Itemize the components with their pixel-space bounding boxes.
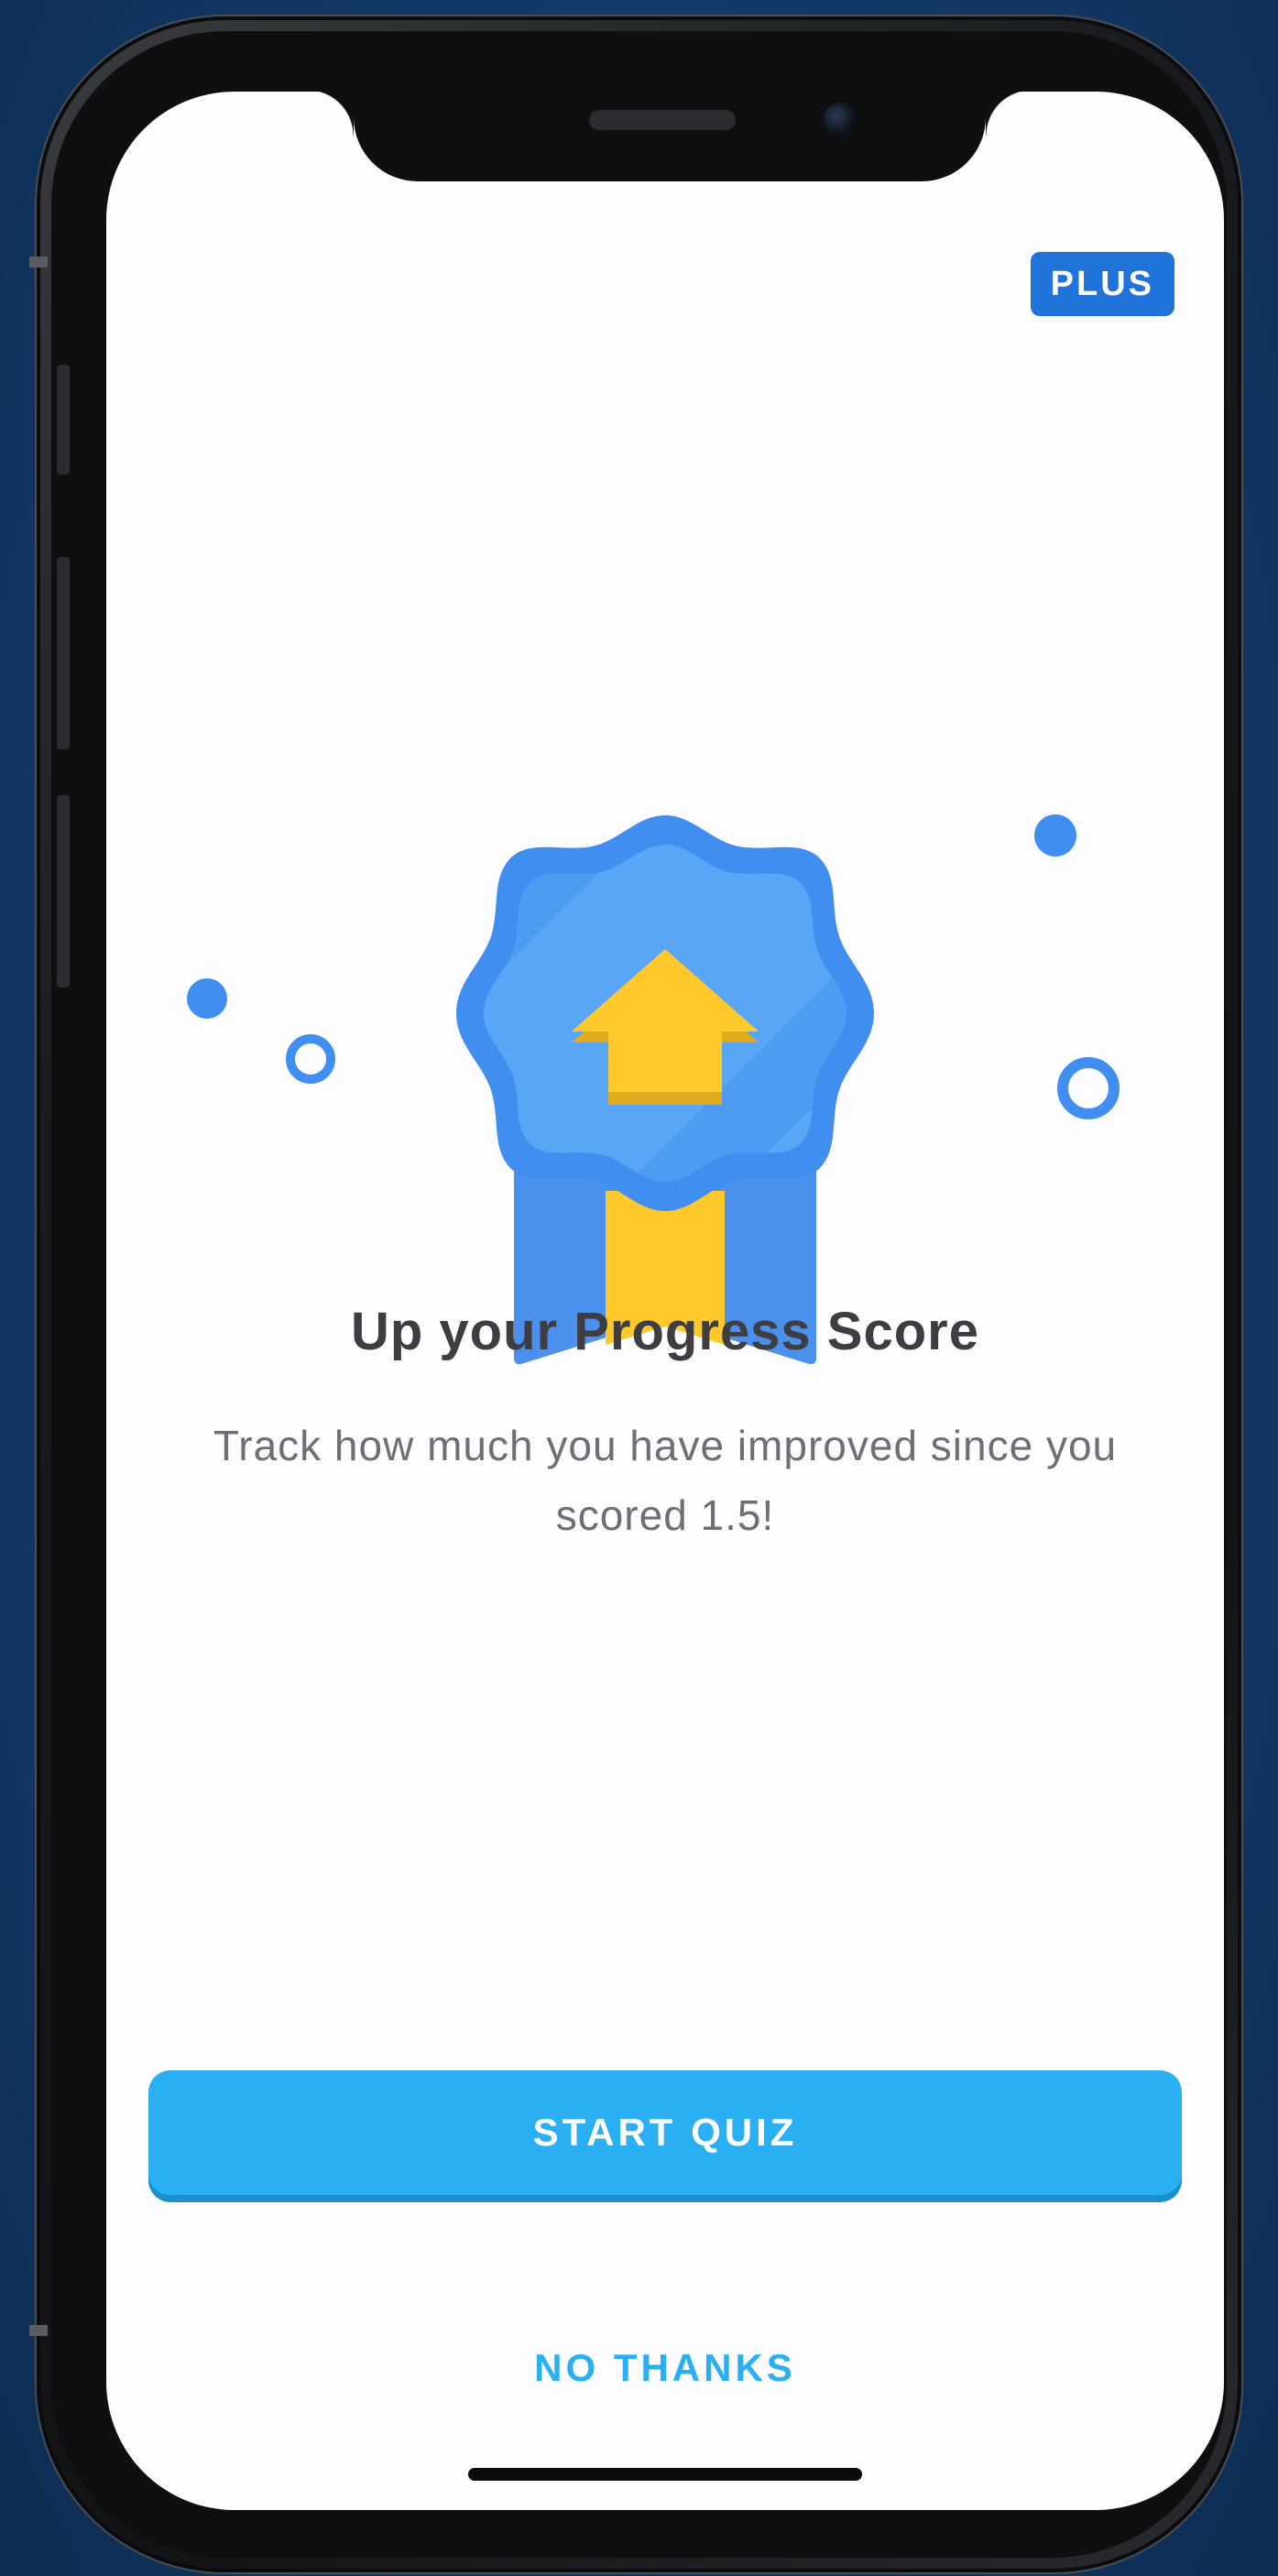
decor-dot: [1034, 814, 1076, 857]
volume-up-button: [57, 557, 70, 749]
decor-ring: [1057, 1057, 1120, 1119]
volume-down-button: [57, 795, 70, 988]
plus-badge: PLUS: [1030, 252, 1174, 316]
notch: [308, 92, 1032, 181]
front-camera-icon: [824, 103, 857, 136]
antenna-band: [29, 257, 48, 267]
no-thanks-button[interactable]: NO THANKS: [390, 2327, 940, 2409]
page-subtitle: Track how much you have improved since y…: [213, 1422, 1118, 1539]
page-title: Up your Progress Score: [351, 1302, 979, 1361]
mute-switch: [57, 365, 70, 475]
app-screen: PLUS Up your Progress Score Track how mu…: [106, 92, 1224, 2510]
speaker-grille: [589, 110, 736, 130]
home-indicator[interactable]: [468, 2468, 862, 2481]
decor-ring: [286, 1034, 335, 1084]
decor-dot: [187, 978, 227, 1019]
start-quiz-button[interactable]: START QUIZ: [148, 2070, 1182, 2195]
antenna-band: [29, 2325, 48, 2336]
